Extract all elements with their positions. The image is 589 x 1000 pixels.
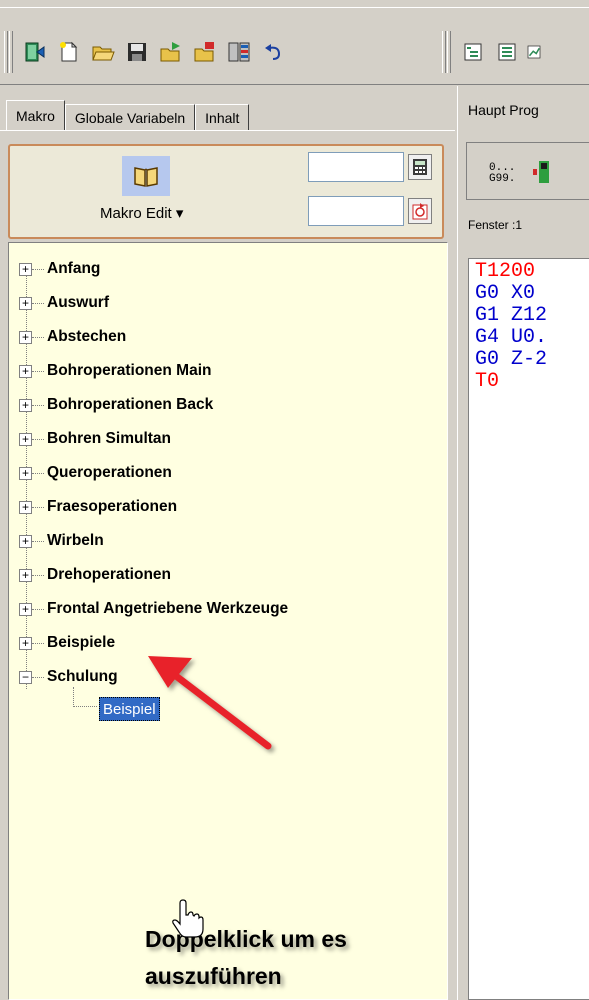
export-button[interactable] [188, 35, 221, 69]
tree-item-bohroperationen-back[interactable]: + Bohroperationen Back [19, 395, 213, 415]
main-toolbar [0, 9, 589, 85]
expand-icon[interactable]: + [19, 602, 32, 616]
expand-icon[interactable]: + [19, 432, 32, 446]
window-label: Fenster :1 [468, 218, 523, 232]
import-icon [160, 42, 180, 62]
exit-button[interactable] [18, 35, 51, 69]
program-panel: Haupt Prog 0... G99. Fenster :1 T1200 G0… [457, 86, 589, 1000]
expand-icon[interactable]: + [19, 330, 32, 344]
expand-icon[interactable]: + [19, 534, 32, 548]
collapse-icon[interactable]: − [19, 670, 32, 684]
split-view-button[interactable] [222, 35, 255, 69]
tree-item-queroperationen[interactable]: + Queroperationen [19, 463, 172, 483]
tree-item-schulung[interactable]: − Schulung [19, 667, 118, 687]
expand-icon[interactable]: + [19, 636, 32, 650]
code-line: G0 Z-2 [475, 348, 548, 371]
tree-item-label: Queroperationen [47, 464, 172, 481]
expand-icon[interactable]: + [19, 568, 32, 582]
tab-inhalt[interactable]: Inhalt [195, 104, 250, 130]
tree-item-label: Anfang [47, 260, 101, 277]
tree-item-label: Abstechen [47, 328, 127, 345]
tree-item-label: Wirbeln [47, 532, 104, 549]
tree-child-connector [73, 687, 97, 707]
exit-icon [25, 42, 44, 62]
tree-item-beispiele[interactable]: + Beispiele [19, 633, 115, 653]
undo-icon [264, 44, 280, 60]
book-icon [134, 167, 158, 187]
calculator-icon [413, 159, 427, 175]
code-line: G0 X0 [475, 282, 536, 305]
calculator-button[interactable] [408, 154, 432, 180]
list-view-button[interactable] [490, 35, 523, 69]
code-line: G1 Z12 [475, 304, 548, 327]
tree-item-bohren-simultan[interactable]: + Bohren Simultan [19, 429, 171, 449]
tab-makro[interactable]: Makro [6, 100, 65, 130]
tree-item-wirbeln[interactable]: + Wirbeln [19, 531, 104, 551]
tree-item-label: Schulung [47, 668, 118, 685]
save-button[interactable] [120, 35, 153, 69]
program-toolbar-label: 0... G99. [489, 162, 516, 185]
tab-haupt-prog[interactable]: Haupt Prog [468, 102, 539, 118]
tab-globale-variabeln[interactable]: Globale Variabeln [64, 104, 196, 130]
import-button[interactable] [154, 35, 187, 69]
expand-icon[interactable]: + [19, 262, 32, 276]
refresh-icon [412, 203, 428, 220]
tree-item-fraesoperationen[interactable]: + Fraesoperationen [19, 497, 177, 517]
macro-tree[interactable]: + Anfang + Auswurf + Abstechen + Bohrope… [8, 242, 448, 1000]
save-disk-icon [127, 43, 146, 61]
annotation-arrow [148, 656, 272, 750]
open-folder-icon [91, 46, 115, 61]
chart-button[interactable] [524, 35, 544, 69]
code-line: T1200 [475, 260, 536, 283]
hand-cursor-icon [172, 899, 204, 938]
tree-item-abstechen[interactable]: + Abstechen [19, 327, 126, 347]
tree-item-anfang[interactable]: + Anfang [19, 259, 100, 279]
expand-icon[interactable]: + [19, 466, 32, 480]
undo-button[interactable] [256, 35, 289, 69]
tree-item-auswurf[interactable]: + Auswurf [19, 293, 109, 313]
new-file-button[interactable] [52, 35, 85, 69]
machine-icon[interactable] [531, 159, 561, 185]
list-view-icon [498, 43, 515, 61]
chart-icon [527, 45, 541, 59]
macro-edit-box: Makro Edit ▾ [8, 144, 444, 239]
export-icon [194, 42, 214, 62]
macro-edit-dropdown[interactable]: Makro Edit ▾ [100, 204, 183, 222]
expand-icon[interactable]: + [19, 398, 32, 412]
tab-divider [0, 130, 455, 131]
window-top-edge [0, 0, 589, 8]
code-editor[interactable]: T1200 G0 X0 G1 Z12 G4 U0. G0 Z-2 T0 [468, 258, 589, 1000]
toolbar-group-file [2, 29, 290, 75]
tree-item-bohroperationen-main[interactable]: + Bohroperationen Main [19, 361, 211, 381]
tree-item-label: Bohren Simultan [47, 430, 172, 447]
tree-view-icon [464, 43, 481, 61]
tree-view-button[interactable] [456, 35, 489, 69]
toolbar-group-view [440, 29, 545, 75]
tree-item-drehoperationen[interactable]: + Drehoperationen [19, 565, 171, 585]
code-line: T0 [475, 370, 500, 393]
macro-edit-button[interactable] [122, 156, 170, 196]
expand-icon[interactable]: + [19, 296, 32, 310]
tree-item-label: Beispiele [47, 634, 116, 651]
panel-tabs: Makro Globale Variabeln Inhalt [6, 100, 250, 130]
tree-item-label: Bohroperationen Back [47, 396, 214, 413]
tree-item-label: Fraesoperationen [47, 498, 178, 515]
open-folder-button[interactable] [86, 35, 119, 69]
annotation-line-2: auszuführen [145, 963, 282, 989]
tree-item-label: Auswurf [47, 294, 109, 311]
refresh-button[interactable] [408, 198, 432, 224]
tree-item-frontal-angetriebene-werkzeuge[interactable]: + Frontal Angetriebene Werkzeuge [19, 599, 288, 619]
tree-item-label: Drehoperationen [47, 566, 172, 583]
macro-field-2[interactable] [308, 196, 404, 226]
program-toolbar: 0... G99. [466, 142, 589, 200]
expand-icon[interactable]: + [19, 364, 32, 378]
tree-item-label: Frontal Angetriebene Werkzeuge [47, 600, 289, 617]
tree-item-label: Bohroperationen Main [47, 362, 212, 379]
code-line: G4 U0. [475, 326, 548, 349]
macro-panel: Makro Globale Variabeln Inhalt Makro Edi… [0, 86, 455, 1000]
expand-icon[interactable]: + [19, 500, 32, 514]
new-file-icon [59, 41, 77, 62]
split-view-icon [228, 42, 249, 62]
macro-field-1[interactable] [308, 152, 404, 182]
